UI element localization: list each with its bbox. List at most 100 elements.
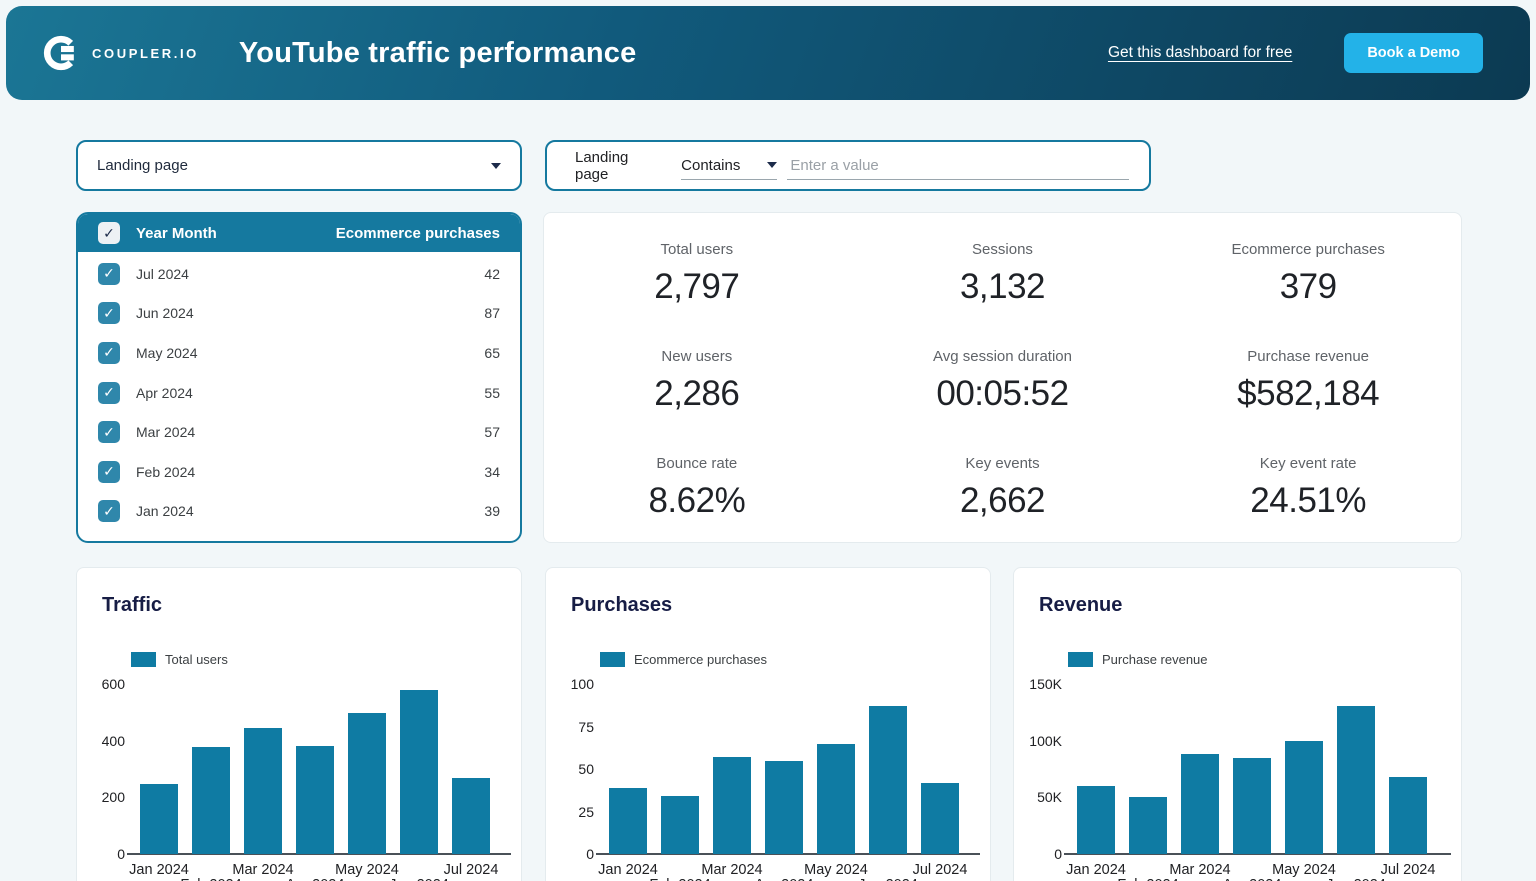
row-checkbox[interactable]: ✓ — [98, 500, 120, 523]
chevron-down-icon — [491, 162, 501, 169]
coupler-logo[interactable]: COUPLER.IO — [42, 34, 199, 72]
y-axis-tick: 75 — [578, 718, 594, 735]
kpi-value: 2,662 — [959, 481, 1046, 520]
x-axis-label: Jul 2024 — [1380, 862, 1436, 878]
purchases-chart-card: Purchases Ecommerce purchases 0 25 50 75 100… — [545, 567, 991, 881]
bar-jun-2024[interactable] — [869, 706, 907, 854]
row-month: Feb 2024 — [136, 463, 196, 480]
bar-may-2024[interactable] — [1285, 740, 1323, 854]
row-month: Mar 2024 — [136, 424, 196, 441]
kpi-value: 2,286 — [654, 374, 740, 413]
row-checkbox[interactable]: ✓ — [98, 460, 120, 483]
x-axis-label: Jan 2024 — [598, 862, 658, 878]
row-month: Apr 2024 — [136, 384, 193, 401]
bar-jun-2024[interactable] — [400, 689, 438, 854]
kpi-label: Purchase revenue — [1247, 348, 1370, 365]
y-axis-tick: 25 — [578, 803, 594, 820]
filter-value-input[interactable] — [787, 151, 1129, 180]
x-axis-label: Mar 2024 — [701, 862, 763, 878]
kpi-label: Sessions — [972, 241, 1033, 258]
table-body: ✓ Jul 2024 42 ✓ Jun 2024 87 ✓ May 2024 65 ✓ Apr 20… — [78, 252, 520, 531]
column-year-month: Year Month — [136, 224, 217, 242]
revenue-plot: 050K100K150KJan 2024Feb 2024Mar 2024Apr … — [1014, 568, 1461, 881]
chevron-down-icon — [767, 162, 778, 168]
kpi-label: Avg session duration — [933, 348, 1072, 365]
bar-feb-2024[interactable] — [192, 747, 230, 854]
landing-page-dropdown-label: Landing page — [97, 157, 188, 174]
y-axis-tick: 150K — [1029, 676, 1062, 692]
table-row-jun-2024: ✓ Jun 2024 87 — [78, 294, 520, 334]
bar-feb-2024[interactable] — [661, 796, 699, 854]
kpi-key-event-rate: Key event rate 24.51% — [1155, 441, 1461, 548]
bar-jul-2024[interactable] — [452, 777, 490, 854]
x-axis-label: Jul 2024 — [912, 862, 968, 878]
kpi-bounce-rate: Bounce rate 8.62% — [544, 441, 850, 548]
row-value: 57 — [484, 424, 500, 441]
operator-select[interactable]: Contains — [681, 152, 778, 180]
kpi-label: Total users — [660, 241, 734, 258]
landing-page-condition-filter: Landing page Contains — [545, 140, 1151, 191]
kpi-value: 2,797 — [654, 267, 740, 306]
kpi-value: $582,184 — [1237, 374, 1380, 413]
row-checkbox[interactable]: ✓ — [98, 302, 120, 325]
kpi-label: Key events — [965, 455, 1040, 472]
row-value: 55 — [484, 384, 500, 401]
bar-mar-2024[interactable] — [244, 727, 282, 854]
bar-apr-2024[interactable] — [1233, 757, 1271, 854]
bar-jan-2024[interactable] — [609, 787, 647, 854]
bar-may-2024[interactable] — [817, 743, 855, 854]
bar-apr-2024[interactable] — [765, 760, 803, 854]
kpi-total-users: Total users 2,797 — [544, 227, 850, 334]
landing-page-dropdown[interactable]: Landing page — [76, 140, 522, 191]
row-checkbox[interactable]: ✓ — [98, 262, 120, 285]
bar-jul-2024[interactable] — [1389, 776, 1427, 854]
x-axis-label: Mar 2024 — [1169, 862, 1231, 878]
bar-mar-2024[interactable] — [713, 757, 751, 854]
y-axis-tick: 50 — [578, 761, 594, 777]
table-row-feb-2024: ✓ Feb 2024 34 — [78, 452, 520, 492]
bar-jan-2024[interactable] — [1077, 786, 1115, 854]
kpi-value: 8.62% — [648, 481, 746, 520]
bar-jun-2024[interactable] — [1337, 705, 1375, 854]
y-axis-tick: 100K — [1029, 732, 1062, 749]
bar-apr-2024[interactable] — [296, 746, 334, 854]
operator-value: Contains — [681, 156, 741, 174]
y-axis-tick: 0 — [1054, 846, 1062, 862]
year-month-table: ✓ Year Month Ecommerce purchases ✓ Jul 20… — [76, 212, 522, 543]
row-value: 42 — [484, 265, 500, 282]
row-checkbox[interactable]: ✓ — [98, 341, 120, 364]
condition-field-label: Landing page — [575, 148, 629, 183]
kpi-ecommerce-purchases: Ecommerce purchases 379 — [1155, 227, 1461, 334]
x-axis-label: May 2024 — [804, 862, 868, 878]
purchases-plot: 0255075100Jan 2024Feb 2024Mar 2024Apr 20… — [546, 568, 990, 881]
kpi-avg-session-duration: Avg session duration 00:05:52 — [850, 334, 1156, 441]
logo-text: COUPLER.IO — [92, 45, 199, 61]
book-demo-button[interactable]: Book a Demo — [1344, 33, 1483, 73]
y-axis-tick: 600 — [101, 676, 125, 692]
y-axis-tick: 400 — [101, 732, 125, 749]
x-axis-label: May 2024 — [335, 862, 399, 878]
traffic-chart-card: Traffic Total users 0200400600Jan 2024Fe… — [76, 567, 522, 881]
table-row-apr-2024: ✓ Apr 2024 55 — [78, 373, 520, 413]
kpi-label: Key event rate — [1259, 455, 1357, 472]
kpi-sessions: Sessions 3,132 — [850, 227, 1156, 334]
row-value: 65 — [484, 344, 500, 361]
table-row-may-2024: ✓ May 2024 65 — [78, 333, 520, 373]
bar-feb-2024[interactable] — [1129, 797, 1167, 854]
get-dashboard-link[interactable]: Get this dashboard for free — [1108, 44, 1292, 62]
kpi-purchase-revenue: Purchase revenue $582,184 — [1155, 334, 1461, 441]
kpi-label: Bounce rate — [656, 455, 738, 472]
table-row-mar-2024: ✓ Mar 2024 57 — [78, 412, 520, 452]
row-checkbox[interactable]: ✓ — [98, 381, 120, 404]
bar-may-2024[interactable] — [348, 712, 386, 854]
bar-jan-2024[interactable] — [140, 784, 178, 854]
header: COUPLER.IO YouTube traffic performance G… — [6, 6, 1530, 100]
bar-mar-2024[interactable] — [1181, 754, 1219, 854]
select-all-checkbox[interactable]: ✓ — [98, 222, 120, 244]
bar-jul-2024[interactable] — [921, 782, 959, 854]
kpi-label: New users — [661, 348, 733, 365]
table-row-jan-2024: ✓ Jan 2024 39 — [78, 492, 520, 532]
x-axis-label: Mar 2024 — [232, 862, 294, 878]
row-checkbox[interactable]: ✓ — [98, 421, 120, 444]
y-axis-tick: 100 — [570, 676, 594, 692]
